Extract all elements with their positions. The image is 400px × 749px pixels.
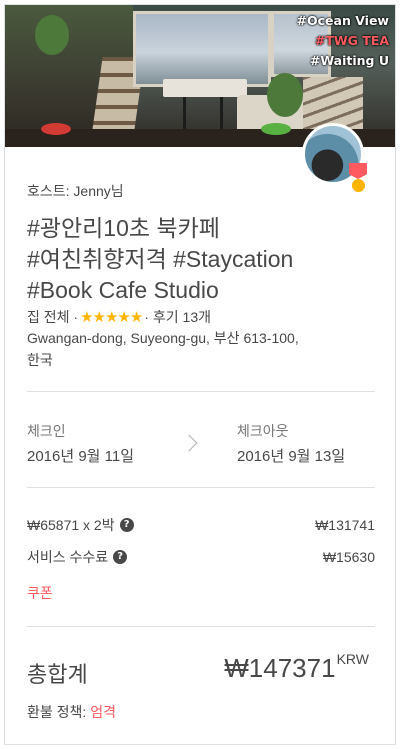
nightly-price-label: ₩65871 x 2박 [27,517,115,533]
nightly-price-row: ₩65871 x 2박 ? ₩131741 [27,515,375,535]
checkin-date[interactable]: 2016년 9월 11일 [27,445,134,466]
listing-title-line-2: #여친취향저격 #Staycation [27,246,294,272]
total-value: ₩147371 [224,653,336,683]
review-count[interactable]: 후기 13개 [153,307,211,327]
booking-summary-card: #Ocean View #TWG TEA #Waiting U 호스트: Jen… [4,4,396,745]
listing-title-line-3: #Book Cafe Studio [27,277,219,303]
service-fee-total: ₩15630 [322,549,375,565]
hashtag-twg-tea: #TWG TEA [314,33,389,48]
hashtag-ocean-view: #Ocean View [296,13,389,28]
photo-green-stool [261,123,291,135]
photo-window [133,11,271,87]
checkin-label: 체크인 [27,423,66,439]
host-name: 호스트: Jenny님 [27,183,124,199]
service-fee-row: 서비스 수수료 ? ₩15630 [27,547,375,567]
service-fee-label: 서비스 수수료 [27,549,109,565]
room-type: 집 전체 [27,309,70,325]
hashtag-waiting-u: #Waiting U [309,53,389,68]
chevron-right-icon [180,434,198,452]
help-icon[interactable]: ? [119,518,134,532]
photo-plant-right [267,73,303,117]
photo-table [163,79,247,97]
total-label: 총합계 [27,662,88,687]
checkout-label: 체크아웃 [237,423,289,439]
divider [27,487,375,488]
divider [27,626,375,627]
checkout-date[interactable]: 2016년 9월 13일 [237,445,345,466]
help-icon[interactable]: ? [113,550,128,564]
nightly-price-total: ₩131741 [315,517,375,533]
address-line-1: Gwangan-dong, Suyeong-gu, 부산 613-100, [27,330,299,346]
photo-red-stool [41,123,71,135]
divider [27,391,375,392]
refund-policy-link[interactable]: 엄격 [90,704,116,720]
photo-hashtags: #Ocean View #TWG TEA #Waiting U [297,11,389,71]
currency-code: KRW [336,651,369,667]
listing-meta: 집 전체 · ★★★★★ · 후기 13개 [27,307,212,327]
listing-title[interactable]: #광안리10초 북카페 #여친취향저격 #Staycation #Book Ca… [27,213,317,306]
superhost-badge-icon [349,163,367,193]
coupon-link[interactable]: 쿠폰 [27,583,53,603]
rating-stars-icon: ★★★★★ [80,309,143,326]
refund-policy-label: 환불 정책: [27,704,87,720]
photo-plant [35,15,69,55]
total-amount: ₩147371KRW [224,651,369,684]
listing-title-line-1: #광안리10초 북카페 [27,215,220,241]
address-line-2: 한국 [27,352,53,368]
refund-policy: 환불 정책: 엄격 [27,702,116,722]
listing-address: Gwangan-dong, Suyeong-gu, 부산 613-100, 한국 [27,327,372,371]
